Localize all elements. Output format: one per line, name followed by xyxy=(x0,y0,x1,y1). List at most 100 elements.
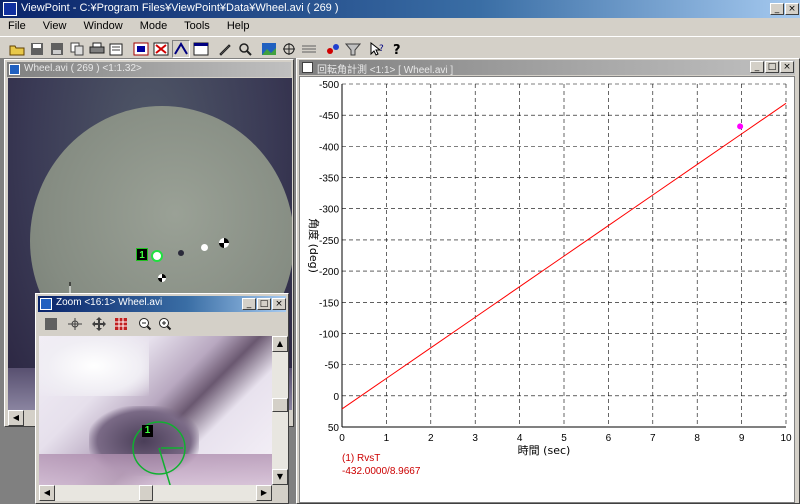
chart-y-tick-label: -300 xyxy=(319,205,339,216)
zoom-vscrollbar[interactable]: ▲ ▼ xyxy=(272,336,288,485)
chart-x-tick-label: 9 xyxy=(739,433,745,444)
zoom-window-title-bar: Zoom <16:1> Wheel.avi _ □ × xyxy=(38,296,286,312)
chart-x-tick-label: 2 xyxy=(428,433,434,444)
chart-x-tick-label: 0 xyxy=(339,433,345,444)
chart-y-tick-label: -400 xyxy=(319,142,339,153)
wheel-marker-a xyxy=(219,238,229,248)
chart-x-tick-label: 3 xyxy=(472,433,478,444)
zoom-window: Zoom <16:1> Wheel.avi _ □ × 1 ▲ ▼ ◀ ▶ xyxy=(35,293,289,504)
help-cursor-icon[interactable]: ? xyxy=(368,40,386,58)
view-icon[interactable] xyxy=(192,40,210,58)
menu-help[interactable]: Help xyxy=(227,20,250,32)
save-as-icon[interactable] xyxy=(48,40,66,58)
open-folder-icon[interactable] xyxy=(8,40,26,58)
video-window-icon xyxy=(9,64,20,75)
zoom-scroll-up-button[interactable]: ▲ xyxy=(272,336,288,352)
print-icon[interactable] xyxy=(88,40,106,58)
chart-x-tick-label: 5 xyxy=(561,433,567,444)
chart-x-tick-label: 4 xyxy=(517,433,523,444)
zoom-hscroll-thumb[interactable] xyxy=(139,485,153,501)
print-setup-icon[interactable] xyxy=(108,40,126,58)
zoom-scroll-left-button[interactable]: ◀ xyxy=(39,485,55,501)
wheel-marker-b xyxy=(158,274,166,282)
copy-icon[interactable] xyxy=(68,40,86,58)
wheel-hub-dot xyxy=(178,250,184,256)
crosshair-icon[interactable] xyxy=(66,315,84,333)
app-title-bar: ViewPoint - C:¥Program Files¥ViewPoint¥D… xyxy=(0,0,800,18)
close-button[interactable]: × xyxy=(785,3,799,15)
zoom-vscroll-thumb[interactable] xyxy=(272,398,288,412)
zoom-marker-label: 1 xyxy=(142,425,153,437)
chart-y-tick-label: -150 xyxy=(319,298,339,309)
zoom-window-title: Zoom <16:1> Wheel.avi xyxy=(56,297,163,308)
video-scroll-left-button[interactable]: ◀ xyxy=(8,410,24,426)
graph-window: 回転角計測 <1:1> [ Wheel.avi ] _ □ × 0 1 2 3 4 5 6 7… xyxy=(296,58,800,504)
chart-y-tick-label: -450 xyxy=(319,111,339,122)
chart-y-tick-label: 50 xyxy=(328,423,340,434)
chart-legend-cursor-value: -432.0000/8.9667 xyxy=(342,466,421,477)
track-icon[interactable] xyxy=(172,40,190,58)
minimize-button[interactable]: _ xyxy=(770,3,784,15)
marker-icon[interactable] xyxy=(324,40,342,58)
zoom-minimize-button[interactable]: _ xyxy=(242,298,256,310)
tracked-point-label: 1 xyxy=(136,248,148,261)
delete-icon[interactable] xyxy=(152,40,170,58)
chart-y-axis-label: 角度 (deg) xyxy=(307,218,321,273)
graph-maximize-button[interactable]: □ xyxy=(765,61,779,73)
graph-canvas[interactable]: 0 1 2 3 4 5 6 7 8 9 10 50 0 -50 -100 -150 -200 -250 -300 -3… xyxy=(299,76,795,503)
pen-icon[interactable] xyxy=(216,40,234,58)
menu-window[interactable]: Window xyxy=(84,20,123,32)
chart-legend-series: (1) RvsT xyxy=(342,453,381,464)
help-icon[interactable]: ? xyxy=(388,40,406,58)
tracked-point-marker[interactable] xyxy=(151,250,163,262)
chart-y-tick-label: -50 xyxy=(325,361,340,372)
zoom-scroll-down-button[interactable]: ▼ xyxy=(272,469,288,485)
image-icon[interactable] xyxy=(260,40,278,58)
chart-y-tick-label: -350 xyxy=(319,174,339,185)
chart-cursor-point xyxy=(737,123,744,130)
chart-x-tick-label: 7 xyxy=(650,433,656,444)
chart-y-tick-label: 0 xyxy=(333,392,339,403)
zoom-in-icon[interactable] xyxy=(156,315,174,333)
grid-icon[interactable] xyxy=(112,315,130,333)
app-title: ViewPoint - C:¥Program Files¥ViewPoint¥D… xyxy=(21,2,339,14)
graph-close-button[interactable]: × xyxy=(780,61,794,73)
menu-mode[interactable]: Mode xyxy=(140,20,168,32)
zoom-close-button[interactable]: × xyxy=(272,298,286,310)
magnify-icon[interactable] xyxy=(236,40,254,58)
move-icon[interactable] xyxy=(90,315,108,333)
chart-x-tick-label: 6 xyxy=(606,433,612,444)
zoom-view[interactable]: 1 xyxy=(39,336,272,485)
menu-view[interactable]: View xyxy=(43,20,67,32)
chart-y-tick-label: -200 xyxy=(319,267,339,278)
menu-tools[interactable]: Tools xyxy=(184,20,210,32)
angle-time-chart[interactable]: 0 1 2 3 4 5 6 7 8 9 10500-50-100-150-200-250-300-3… xyxy=(300,77,794,502)
capture-icon[interactable] xyxy=(132,40,150,58)
menu-bar: File View Window Mode Tools Help xyxy=(0,18,800,36)
zoom-out-icon[interactable] xyxy=(136,315,154,333)
filter-icon[interactable] xyxy=(344,40,362,58)
zoom-toolbar xyxy=(38,313,286,335)
zoom-maximize-button[interactable]: □ xyxy=(257,298,271,310)
chart-x-tick-label: 8 xyxy=(694,433,700,444)
zoom-hscrollbar[interactable]: ◀ ▶ xyxy=(39,485,272,501)
chart-x-tick-label: 10 xyxy=(780,433,792,444)
app-icon xyxy=(3,2,17,16)
chart-x-axis-label: 時間 (sec) xyxy=(518,444,571,457)
chart-x-tick-label: 1 xyxy=(384,433,390,444)
zoom-scroll-right-button[interactable]: ▶ xyxy=(256,485,272,501)
graph-window-icon xyxy=(302,62,313,73)
graph-window-title: 回転角計測 <1:1> [ Wheel.avi ] xyxy=(317,65,454,76)
graph-minimize-button[interactable]: _ xyxy=(750,61,764,73)
stop-icon[interactable] xyxy=(42,315,60,333)
save-icon[interactable] xyxy=(28,40,46,58)
zoom-highlight xyxy=(39,336,149,396)
calibrate-icon[interactable] xyxy=(300,40,318,58)
video-window-title-bar: Wheel.avi ( 269 ) <1:1.32> xyxy=(7,62,291,77)
graph-window-title-bar: 回転角計測 <1:1> [ Wheel.avi ] _ □ × xyxy=(299,60,795,76)
target-icon[interactable] xyxy=(280,40,298,58)
svg-text:?: ? xyxy=(379,44,384,54)
wheel-white-dot xyxy=(201,244,208,251)
chart-y-tick-label: -100 xyxy=(319,329,339,340)
menu-file[interactable]: File xyxy=(8,20,26,32)
